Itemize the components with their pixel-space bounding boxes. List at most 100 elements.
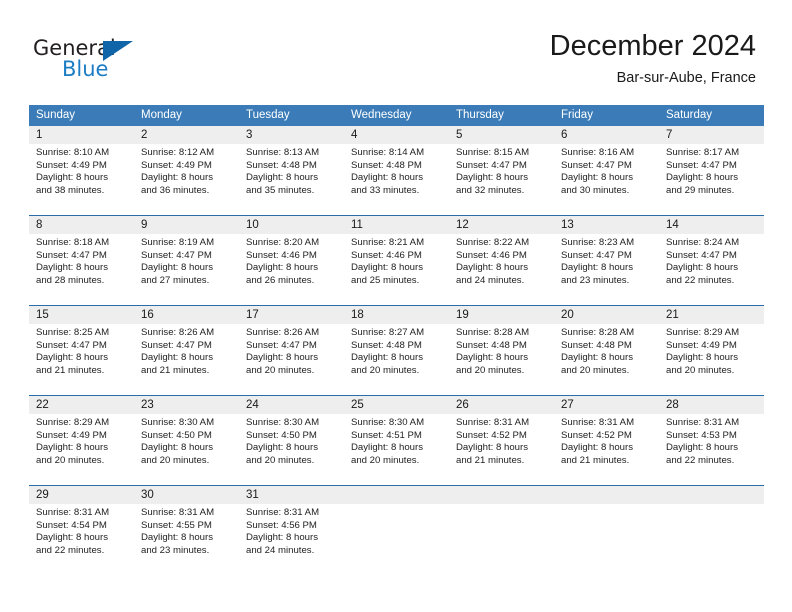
day-cell[interactable]: 16 Sunrise: 8:26 AM Sunset: 4:47 PM Dayl… (134, 306, 239, 395)
daylight-text-line1: Daylight: 8 hours (456, 172, 528, 184)
calendar-page: General Blue December 2024 Bar-sur-Aube,… (0, 0, 792, 612)
sunrise-text: Sunrise: 8:28 AM (456, 327, 530, 338)
sunset-text: Sunset: 4:47 PM (561, 159, 632, 171)
day-details: Sunrise: 8:14 AM Sunset: 4:48 PM Dayligh… (351, 144, 449, 197)
day-cell[interactable]: 22 Sunrise: 8:29 AM Sunset: 4:49 PM Dayl… (29, 396, 134, 485)
day-cell[interactable]: 14 Sunrise: 8:24 AM Sunset: 4:47 PM Dayl… (659, 216, 764, 305)
sunset-text: Sunset: 4:49 PM (36, 159, 107, 171)
day-cell[interactable]: 6 Sunrise: 8:16 AM Sunset: 4:47 PM Dayli… (554, 126, 659, 215)
day-cell[interactable]: 26 Sunrise: 8:31 AM Sunset: 4:52 PM Dayl… (449, 396, 554, 485)
daylight-text-line2: and 33 minutes. (351, 184, 420, 196)
sunset-text: Sunset: 4:47 PM (141, 249, 212, 261)
day-number: 16 (141, 309, 154, 321)
day-details: Sunrise: 8:27 AM Sunset: 4:48 PM Dayligh… (351, 324, 449, 377)
day-cell[interactable]: 24 Sunrise: 8:30 AM Sunset: 4:50 PM Dayl… (239, 396, 344, 485)
day-cell[interactable]: 25 Sunrise: 8:30 AM Sunset: 4:51 PM Dayl… (344, 396, 449, 485)
day-details: Sunrise: 8:17 AM Sunset: 4:47 PM Dayligh… (666, 144, 764, 197)
day-details: Sunrise: 8:22 AM Sunset: 4:46 PM Dayligh… (456, 234, 554, 287)
day-details: Sunrise: 8:26 AM Sunset: 4:47 PM Dayligh… (246, 324, 344, 377)
sunset-text: Sunset: 4:50 PM (246, 429, 317, 441)
sunrise-text: Sunrise: 8:18 AM (36, 237, 110, 248)
day-number: 28 (666, 399, 679, 411)
day-cell-empty (344, 486, 449, 575)
sunrise-text: Sunrise: 8:27 AM (351, 327, 425, 338)
day-number: 24 (246, 399, 259, 411)
day-number (351, 486, 449, 504)
daylight-text-line2: and 20 minutes. (351, 454, 420, 466)
daylight-text-line1: Daylight: 8 hours (36, 172, 108, 184)
day-cell[interactable]: 11 Sunrise: 8:21 AM Sunset: 4:46 PM Dayl… (344, 216, 449, 305)
day-details: Sunrise: 8:19 AM Sunset: 4:47 PM Dayligh… (141, 234, 239, 287)
sunrise-text: Sunrise: 8:31 AM (141, 507, 215, 518)
day-cell[interactable]: 2 Sunrise: 8:12 AM Sunset: 4:49 PM Dayli… (134, 126, 239, 215)
sunrise-text: Sunrise: 8:30 AM (351, 417, 425, 428)
day-cell[interactable]: 28 Sunrise: 8:31 AM Sunset: 4:53 PM Dayl… (659, 396, 764, 485)
daylight-text-line1: Daylight: 8 hours (666, 352, 738, 364)
day-number: 6 (561, 129, 568, 141)
daylight-text-line2: and 26 minutes. (246, 274, 315, 286)
day-details: Sunrise: 8:10 AM Sunset: 4:49 PM Dayligh… (36, 144, 134, 197)
day-cell[interactable]: 30 Sunrise: 8:31 AM Sunset: 4:55 PM Dayl… (134, 486, 239, 575)
daylight-text-line1: Daylight: 8 hours (456, 352, 528, 364)
day-details: Sunrise: 8:31 AM Sunset: 4:56 PM Dayligh… (246, 504, 344, 557)
day-cell[interactable]: 19 Sunrise: 8:28 AM Sunset: 4:48 PM Dayl… (449, 306, 554, 395)
day-number: 31 (246, 489, 259, 501)
day-details: Sunrise: 8:18 AM Sunset: 4:47 PM Dayligh… (36, 234, 134, 287)
day-details: Sunrise: 8:30 AM Sunset: 4:50 PM Dayligh… (246, 414, 344, 467)
daylight-text-line2: and 20 minutes. (246, 364, 315, 376)
day-cell[interactable]: 27 Sunrise: 8:31 AM Sunset: 4:52 PM Dayl… (554, 396, 659, 485)
day-cell[interactable]: 8 Sunrise: 8:18 AM Sunset: 4:47 PM Dayli… (29, 216, 134, 305)
day-number: 29 (36, 489, 49, 501)
day-cell[interactable]: 12 Sunrise: 8:22 AM Sunset: 4:46 PM Dayl… (449, 216, 554, 305)
day-number: 15 (36, 309, 49, 321)
day-cell[interactable]: 5 Sunrise: 8:15 AM Sunset: 4:47 PM Dayli… (449, 126, 554, 215)
daylight-text-line1: Daylight: 8 hours (351, 352, 423, 364)
day-number (456, 486, 554, 504)
day-cell[interactable]: 29 Sunrise: 8:31 AM Sunset: 4:54 PM Dayl… (29, 486, 134, 575)
weekday-header-friday: Friday (561, 109, 593, 121)
daylight-text-line2: and 36 minutes. (141, 184, 210, 196)
day-cell[interactable]: 10 Sunrise: 8:20 AM Sunset: 4:46 PM Dayl… (239, 216, 344, 305)
sunrise-text: Sunrise: 8:24 AM (666, 237, 740, 248)
day-number (561, 486, 659, 504)
day-cell[interactable]: 3 Sunrise: 8:13 AM Sunset: 4:48 PM Dayli… (239, 126, 344, 215)
daylight-text-line1: Daylight: 8 hours (246, 352, 318, 364)
sunset-text: Sunset: 4:55 PM (141, 519, 212, 531)
week-row: 8 Sunrise: 8:18 AM Sunset: 4:47 PM Dayli… (29, 215, 764, 305)
daylight-text-line1: Daylight: 8 hours (141, 352, 213, 364)
day-cell[interactable]: 23 Sunrise: 8:30 AM Sunset: 4:50 PM Dayl… (134, 396, 239, 485)
sunset-text: Sunset: 4:47 PM (141, 339, 212, 351)
day-cell[interactable]: 21 Sunrise: 8:29 AM Sunset: 4:49 PM Dayl… (659, 306, 764, 395)
daylight-text-line2: and 24 minutes. (246, 544, 315, 556)
weekday-header-row: Sunday Monday Tuesday Wednesday Thursday… (29, 105, 764, 126)
daylight-text-line2: and 21 minutes. (141, 364, 210, 376)
day-cell[interactable]: 13 Sunrise: 8:23 AM Sunset: 4:47 PM Dayl… (554, 216, 659, 305)
day-number: 1 (36, 129, 43, 141)
generalblue-logo[interactable]: General Blue (33, 36, 233, 88)
day-number: 8 (36, 219, 43, 231)
daylight-text-line2: and 24 minutes. (456, 274, 525, 286)
day-number: 3 (246, 129, 253, 141)
day-details: Sunrise: 8:28 AM Sunset: 4:48 PM Dayligh… (456, 324, 554, 377)
day-cell-empty (659, 486, 764, 575)
day-cell[interactable]: 4 Sunrise: 8:14 AM Sunset: 4:48 PM Dayli… (344, 126, 449, 215)
daylight-text-line2: and 20 minutes. (561, 364, 630, 376)
day-cell[interactable]: 9 Sunrise: 8:19 AM Sunset: 4:47 PM Dayli… (134, 216, 239, 305)
day-cell[interactable]: 20 Sunrise: 8:28 AM Sunset: 4:48 PM Dayl… (554, 306, 659, 395)
daylight-text-line1: Daylight: 8 hours (36, 442, 108, 454)
daylight-text-line1: Daylight: 8 hours (246, 532, 318, 544)
day-cell[interactable]: 31 Sunrise: 8:31 AM Sunset: 4:56 PM Dayl… (239, 486, 344, 575)
sunrise-text: Sunrise: 8:23 AM (561, 237, 635, 248)
day-cell[interactable]: 1 Sunrise: 8:10 AM Sunset: 4:49 PM Dayli… (29, 126, 134, 215)
day-cell[interactable]: 15 Sunrise: 8:25 AM Sunset: 4:47 PM Dayl… (29, 306, 134, 395)
sunset-text: Sunset: 4:50 PM (141, 429, 212, 441)
day-number: 23 (141, 399, 154, 411)
day-cell[interactable]: 17 Sunrise: 8:26 AM Sunset: 4:47 PM Dayl… (239, 306, 344, 395)
title-block: December 2024 Bar-sur-Aube, France (550, 28, 756, 89)
daylight-text-line1: Daylight: 8 hours (36, 262, 108, 274)
day-cell[interactable]: 7 Sunrise: 8:17 AM Sunset: 4:47 PM Dayli… (659, 126, 764, 215)
daylight-text-line2: and 27 minutes. (141, 274, 210, 286)
daylight-text-line2: and 28 minutes. (36, 274, 105, 286)
day-cell[interactable]: 18 Sunrise: 8:27 AM Sunset: 4:48 PM Dayl… (344, 306, 449, 395)
day-details: Sunrise: 8:30 AM Sunset: 4:51 PM Dayligh… (351, 414, 449, 467)
